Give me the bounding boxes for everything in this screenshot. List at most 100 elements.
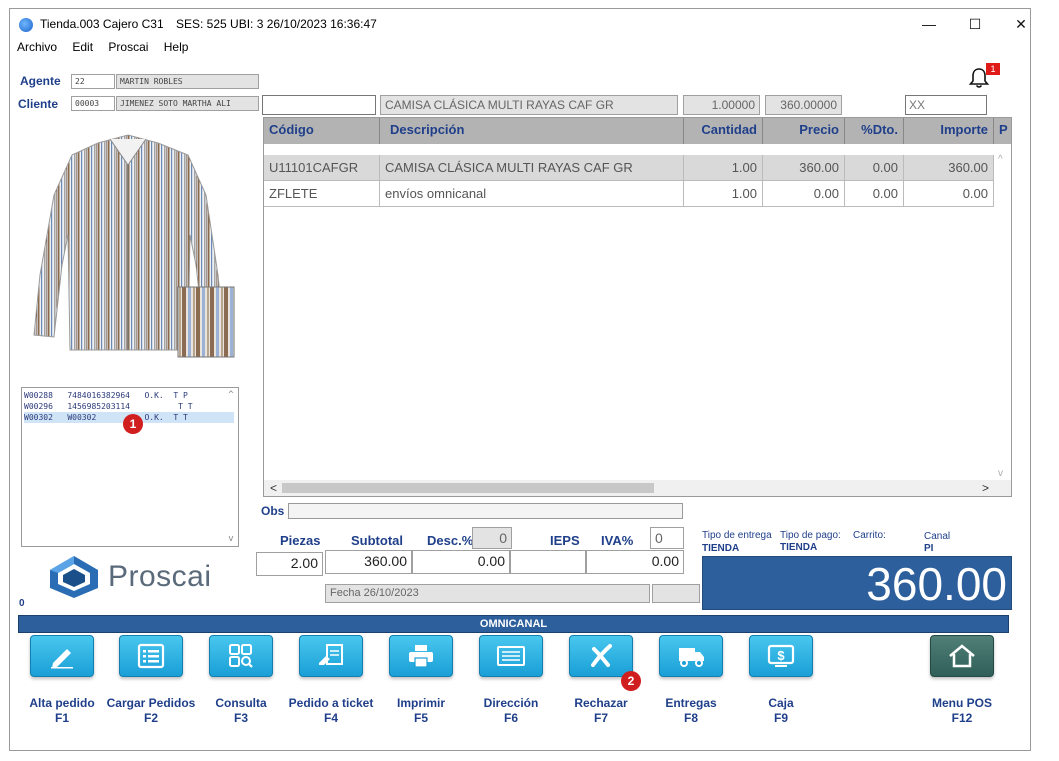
fecha-field: Fecha 26/10/2023	[325, 584, 650, 603]
cell-cantidad: 1.00	[684, 155, 763, 180]
piezas-label: Piezas	[280, 533, 321, 548]
col-cantidad[interactable]: Cantidad	[684, 118, 763, 144]
list-item[interactable]: W00296 1456985203114 T T	[24, 401, 234, 412]
scroll-up-icon[interactable]: ^	[225, 390, 237, 400]
caja-button[interactable]: $ Caja F9	[743, 635, 819, 725]
item-extra-field[interactable]: XX	[905, 95, 987, 115]
button-key: F8	[683, 711, 698, 725]
scroll-right-icon[interactable]: >	[982, 481, 989, 495]
alta-pedido-button[interactable]: Alta pedido F1	[24, 635, 100, 725]
search-grid-icon	[229, 644, 253, 668]
minimize-button[interactable]: —	[906, 9, 952, 39]
button-label: Cargar Pedidos	[106, 696, 196, 710]
direccion-button[interactable]: Dirección F6	[473, 635, 549, 725]
menu-bar: Archivo Edit Proscai Help	[17, 40, 200, 60]
consulta-button[interactable]: Consulta F3	[203, 635, 279, 725]
button-label: Dirección	[483, 696, 539, 710]
iva-label: IVA%	[601, 533, 634, 548]
col-precio[interactable]: Precio	[763, 118, 845, 144]
col-codigo[interactable]: Código	[264, 118, 380, 144]
button-label: Entregas	[665, 696, 717, 710]
pos-window: Tienda.003 Cajero C31 SES: 525 UBI: 3 26…	[9, 8, 1031, 751]
button-label: Pedido a ticket	[288, 696, 374, 710]
menu-help[interactable]: Help	[164, 40, 189, 54]
table-row[interactable]: U11101CAFGR CAMISA CLÁSICA MULTI RAYAS C…	[264, 155, 994, 181]
table-horizontal-scrollbar[interactable]: < >	[264, 480, 1011, 496]
orders-list[interactable]: W00288 7484016382964 O.K. T P W00296 145…	[21, 387, 239, 547]
button-label: Caja	[768, 696, 794, 710]
cell-cantidad: 1.00	[684, 181, 763, 206]
subtotal-field: 360.00	[325, 550, 412, 574]
entregas-button[interactable]: Entregas F8	[653, 635, 729, 725]
tipo-entrega-value: TIENDA	[702, 543, 740, 554]
cash-icon: $	[767, 644, 795, 667]
table-vertical-scrollbar[interactable]: ^ v	[995, 144, 1011, 484]
button-key: F4	[323, 711, 338, 725]
app-globe-icon	[19, 18, 33, 32]
session-info: SES: 525 UBI: 3 26/10/2023 16:36:47	[176, 17, 377, 31]
col-descuento[interactable]: %Dto.	[845, 118, 904, 144]
cell-importe: 360.00	[904, 155, 994, 180]
scroll-up-icon[interactable]: ^	[998, 154, 1003, 165]
menu-edit[interactable]: Edit	[72, 40, 93, 54]
button-key: F1	[54, 711, 69, 725]
menu-pos-button[interactable]: Menu POS F12	[924, 635, 1000, 725]
pedido-a-ticket-button[interactable]: Pedido a ticket F4	[289, 635, 373, 725]
cargar-pedidos-button[interactable]: Cargar Pedidos F2	[107, 635, 195, 725]
scroll-down-icon[interactable]: v	[225, 534, 237, 544]
menu-proscai[interactable]: Proscai	[108, 40, 148, 54]
notification-bell[interactable]: 1	[967, 63, 1000, 92]
channel-bar: OMNICANAL	[18, 615, 1009, 633]
obs-input[interactable]	[288, 503, 683, 519]
svg-text:$: $	[777, 648, 785, 663]
imprimir-button[interactable]: Imprimir F5	[383, 635, 459, 725]
item-quantity-field[interactable]: 1.00000	[683, 95, 760, 115]
scroll-left-icon[interactable]: <	[270, 481, 277, 495]
maximize-button[interactable]: ☐	[952, 9, 998, 39]
descuento-value-field: 0.00	[412, 550, 510, 574]
address-card-icon	[497, 646, 525, 666]
agent-label: Agente	[20, 74, 61, 88]
table-header: Código Descripción Cantidad Precio %Dto.…	[264, 118, 1011, 144]
agent-name-field[interactable]: MARTIN ROBLES	[116, 74, 259, 89]
button-key: F12	[951, 711, 973, 725]
button-label: Rechazar	[574, 696, 628, 710]
menu-archivo[interactable]: Archivo	[17, 40, 57, 54]
ieps-label: IEPS	[550, 533, 580, 548]
grand-total: 360.00	[702, 556, 1012, 610]
client-name-field[interactable]: JIMENEZ SOTO MARTHA ALI	[116, 96, 259, 111]
list-item[interactable]: W00288 7484016382964 O.K. T P	[24, 390, 234, 401]
cell-descripcion: envíos omnicanal	[380, 181, 684, 206]
close-button[interactable]: ✕	[998, 9, 1044, 39]
col-p[interactable]: P	[994, 118, 1011, 144]
cell-descuento: 0.00	[845, 155, 904, 180]
table-row[interactable]: ZFLETE envíos omnicanal 1.00 0.00 0.00 0…	[264, 181, 994, 207]
ticket-icon	[319, 644, 343, 665]
cell-descuento: 0.00	[845, 181, 904, 206]
agent-code-field[interactable]: 22	[71, 74, 115, 89]
obs-label: Obs	[261, 504, 285, 518]
scroll-down-icon[interactable]: v	[998, 468, 1003, 479]
scrollbar-thumb[interactable]	[282, 483, 654, 493]
carrito-label: Carrito:	[853, 530, 886, 541]
col-descripcion[interactable]: Descripción	[380, 118, 684, 144]
button-key: F2	[143, 711, 158, 725]
orders-scrollbar[interactable]: ^ v	[225, 390, 237, 544]
button-key: F9	[773, 711, 788, 725]
descuento-pct-field[interactable]: 0	[472, 527, 512, 549]
status-zero: 0	[19, 598, 25, 609]
items-table: Código Descripción Cantidad Precio %Dto.…	[263, 117, 1012, 497]
iva-value-field: 0.00	[586, 550, 684, 574]
home-icon	[949, 644, 975, 668]
cell-codigo: U11101CAFGR	[264, 155, 380, 180]
tipo-pago-value: TIENDA	[780, 542, 818, 553]
tipo-entrega-label: Tipo de entrega	[702, 530, 772, 541]
printer-icon	[409, 645, 433, 668]
tipo-pago-label: Tipo de pago:	[780, 530, 841, 541]
item-code-input[interactable]	[262, 95, 376, 115]
button-label: Menu POS	[931, 696, 992, 710]
col-importe[interactable]: Importe	[904, 118, 994, 144]
item-price-field[interactable]: 360.00000	[765, 95, 842, 115]
iva-pct-field[interactable]: 0	[650, 527, 684, 549]
client-code-field[interactable]: 00003	[71, 96, 115, 111]
